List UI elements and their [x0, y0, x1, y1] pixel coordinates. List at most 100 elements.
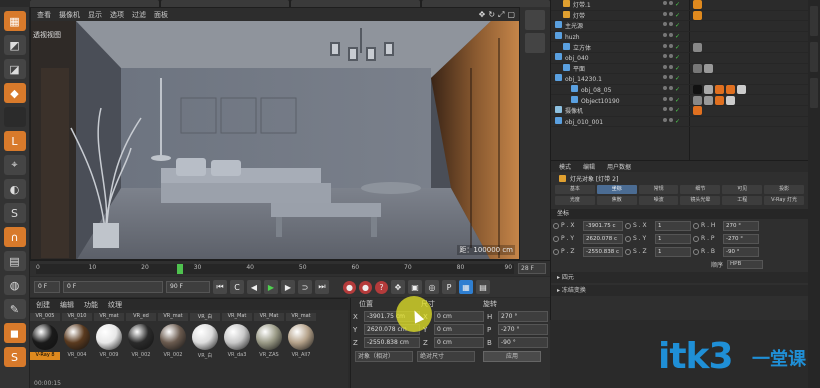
- material-swatch[interactable]: VR_白 VR_白: [190, 313, 220, 373]
- go-to-start-icon[interactable]: ⏮: [213, 280, 227, 294]
- attribute-tab[interactable]: 光度: [555, 196, 595, 205]
- checker-mode-icon[interactable]: ▦: [3, 11, 26, 31]
- object-row[interactable]: 主光源 ✓: [551, 21, 808, 32]
- material-menu-create[interactable]: 创建: [36, 300, 50, 310]
- snap-icon[interactable]: S: [3, 203, 26, 223]
- object-row[interactable]: 平面 ✓: [551, 63, 808, 75]
- point-level-icon[interactable]: ▦: [459, 280, 473, 294]
- keyframe-selection-icon[interactable]: ?: [375, 280, 388, 294]
- material-swatch[interactable]: VR_Mat VR_da3: [222, 313, 252, 373]
- document-tab[interactable]: [421, 0, 550, 7]
- size-z-field[interactable]: 0 cm: [434, 337, 484, 348]
- size-y-field[interactable]: 0 cm: [434, 324, 484, 335]
- current-frame-field[interactable]: 0 F: [63, 281, 163, 293]
- object-row[interactable]: Object10190 ✓: [551, 95, 808, 106]
- zoom-view-icon[interactable]: ⤢: [498, 10, 504, 20]
- viewport-menu-camera[interactable]: 摄像机: [59, 10, 80, 20]
- object-tag-icon[interactable]: [693, 0, 702, 10]
- mouse-tool-icon[interactable]: ◐: [3, 179, 26, 199]
- visibility-flags[interactable]: ✓: [663, 75, 689, 82]
- timeline-track[interactable]: 0 10 20 30 40 50 60 70 80 90: [36, 264, 514, 274]
- position-value-field[interactable]: 2620.078 c: [583, 233, 623, 244]
- attribute-tab[interactable]: 细节: [680, 185, 721, 194]
- enabled-check-icon[interactable]: ✓: [675, 44, 680, 51]
- position-key-icon[interactable]: ✥: [391, 280, 405, 294]
- object-tag-icon[interactable]: [726, 85, 735, 95]
- object-row[interactable]: obj_040 ✓: [551, 53, 808, 64]
- rotation-value-field[interactable]: -270 °: [723, 233, 759, 244]
- rotation-key-icon[interactable]: ◎: [425, 280, 439, 294]
- animate-dot-icon[interactable]: [693, 222, 699, 229]
- layout-icon[interactable]: [525, 10, 545, 30]
- grid-icon[interactable]: ▤: [3, 251, 26, 271]
- attribute-tab[interactable]: 投影: [764, 185, 804, 194]
- layout-icon[interactable]: [525, 33, 545, 53]
- attribute-tab[interactable]: V-Ray 灯光: [764, 196, 804, 205]
- render-visibility-icon[interactable]: [669, 11, 673, 16]
- object-row[interactable]: 灯带 ✓: [551, 10, 808, 22]
- object-row[interactable]: obj_14230.1 ✓: [551, 74, 808, 85]
- render-visibility-icon[interactable]: [669, 33, 673, 38]
- texture-mode-icon[interactable]: ◪: [3, 59, 26, 79]
- document-tab[interactable]: [160, 0, 289, 7]
- object-tag-icon[interactable]: [693, 85, 702, 95]
- position-z-field[interactable]: -2550.838 cm: [364, 337, 420, 348]
- lock-icon[interactable]: ◍: [3, 275, 26, 295]
- enabled-check-icon[interactable]: ✓: [675, 65, 680, 72]
- visibility-flags[interactable]: ✓: [663, 54, 689, 61]
- visibility-flags[interactable]: ✓: [663, 43, 689, 51]
- rotation-value-field[interactable]: 270 °: [723, 220, 759, 231]
- visibility-flags[interactable]: ✓: [663, 96, 689, 104]
- enabled-check-icon[interactable]: ✓: [675, 75, 680, 82]
- scale-value-field[interactable]: 1: [655, 246, 691, 257]
- live-select-icon[interactable]: ⌖: [3, 155, 26, 175]
- material-swatch[interactable]: VR_mat VR_002: [158, 313, 188, 373]
- editor-visibility-icon[interactable]: [663, 75, 667, 80]
- editor-visibility-icon[interactable]: [663, 107, 667, 112]
- attribute-menu-userdata[interactable]: 用户数据: [607, 162, 631, 171]
- object-row[interactable]: obj_010_001 ✓: [551, 116, 808, 128]
- object-tag-icon[interactable]: [693, 10, 702, 20]
- editor-visibility-icon[interactable]: [663, 43, 667, 48]
- visibility-flags[interactable]: ✓: [663, 11, 689, 19]
- attribute-tab[interactable]: 常规: [638, 185, 679, 194]
- render-visibility-icon[interactable]: [669, 54, 673, 59]
- animate-dot-icon[interactable]: [553, 222, 559, 229]
- editor-visibility-icon[interactable]: [663, 117, 667, 122]
- record-icon[interactable]: ●: [343, 280, 356, 294]
- object-row[interactable]: 立方体 ✓: [551, 42, 808, 53]
- visibility-flags[interactable]: ✓: [663, 33, 689, 40]
- scale-value-field[interactable]: 1: [655, 220, 691, 231]
- rotation-h-field[interactable]: 270 °: [498, 311, 548, 322]
- attribute-tab[interactable]: 焦散: [596, 196, 637, 205]
- object-tag-icon[interactable]: [704, 85, 713, 95]
- material-swatch[interactable]: VR_ed VR_002: [126, 313, 156, 373]
- attribute-tab[interactable]: 坐标: [596, 185, 637, 194]
- enabled-check-icon[interactable]: ✓: [675, 54, 680, 61]
- viewport-menu-panel[interactable]: 面板: [154, 10, 168, 20]
- material-swatch[interactable]: VR_005 V-Ray 8: [30, 313, 60, 373]
- scale-value-field[interactable]: 1: [655, 233, 691, 244]
- animate-dot-icon[interactable]: [553, 248, 559, 255]
- render-visibility-icon[interactable]: [669, 43, 673, 48]
- end-frame-field[interactable]: 90 F: [166, 281, 210, 293]
- attribute-tab[interactable]: 可见: [722, 185, 763, 194]
- coordinate-mode-dropdown[interactable]: 对象（相对）: [355, 351, 413, 362]
- auto-key-icon[interactable]: ●: [359, 280, 372, 294]
- perspective-viewport[interactable]: 查看 摄像机 显示 选项 过滤 面板 ✥ ↻ ⤢ ▢ 透视视图 距：100000…: [30, 7, 520, 260]
- enabled-check-icon[interactable]: ✓: [675, 12, 680, 19]
- editor-visibility-icon[interactable]: [663, 86, 667, 91]
- step-forward-icon[interactable]: ▶: [281, 280, 295, 294]
- editor-visibility-icon[interactable]: [663, 11, 667, 16]
- paint-icon[interactable]: ✎: [3, 299, 26, 319]
- magnet-icon[interactable]: ∩: [3, 227, 26, 247]
- size-mode-dropdown[interactable]: 绝对尺寸: [417, 351, 475, 362]
- material-swatch[interactable]: VR_mat VR_009: [94, 313, 124, 373]
- material-menu-edit[interactable]: 编辑: [60, 300, 74, 310]
- rotate-view-icon[interactable]: ↻: [488, 10, 495, 20]
- next-key-icon[interactable]: ⊃: [298, 280, 312, 294]
- previous-key-icon[interactable]: C: [230, 280, 244, 294]
- render-visibility-icon[interactable]: [669, 75, 673, 80]
- coordinate-section-header[interactable]: 坐标: [551, 209, 808, 219]
- render-visibility-icon[interactable]: [669, 22, 673, 27]
